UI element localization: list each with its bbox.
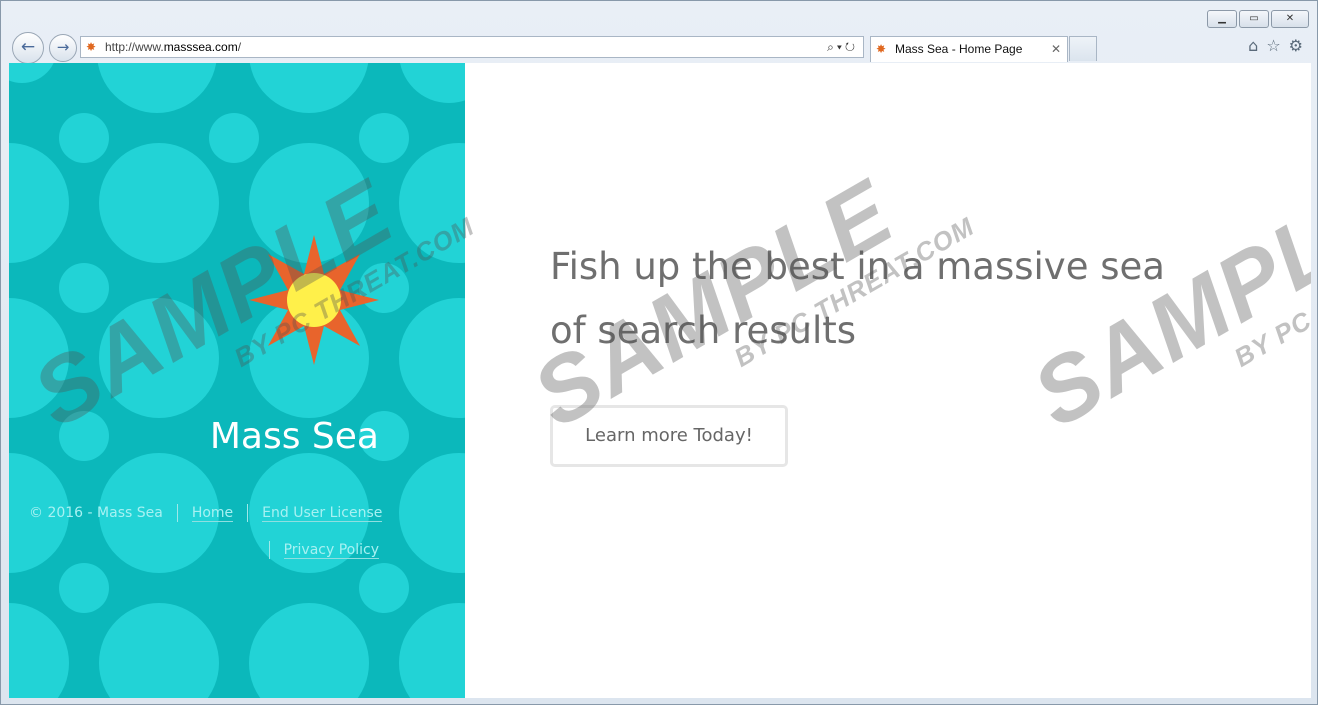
learn-more-button[interactable]: Learn more Today! <box>550 405 788 467</box>
new-tab-button[interactable] <box>1069 36 1097 61</box>
tab-title: Mass Sea - Home Page <box>895 42 1023 56</box>
copyright-text: © 2016 - Mass Sea <box>29 505 163 521</box>
back-button[interactable]: ← <box>12 32 44 64</box>
sun-logo-icon <box>249 235 379 365</box>
browser-toolbar-icons: ⌂ ☆ ⚙ <box>1248 37 1303 55</box>
favorites-star-icon[interactable]: ☆ <box>1266 37 1280 55</box>
tab-favicon-icon: ✸ <box>876 42 887 56</box>
footer-link-home[interactable]: Home <box>191 505 234 522</box>
maximize-button[interactable]: ▭ <box>1239 10 1269 28</box>
hero-tagline: Fish up the best in a massive sea of sea… <box>550 245 1165 352</box>
brand-panel: Mass Sea © 2016 - Mass Sea Home End User L… <box>9 63 465 698</box>
footer-link-privacy[interactable]: Privacy Policy <box>283 542 379 559</box>
address-bar[interactable]: ✸ http://www.masssea.com/ ⌕▾↻ <box>80 36 864 58</box>
address-tools-icon[interactable]: ⌕▾↻ <box>827 37 858 57</box>
home-icon[interactable]: ⌂ <box>1248 37 1258 55</box>
footer-link-eula[interactable]: End User License <box>262 505 383 522</box>
tab-close-icon[interactable]: ✕ <box>1051 37 1061 61</box>
minimize-button[interactable]: ▁ <box>1207 10 1237 28</box>
close-window-button[interactable]: ✕ <box>1271 10 1309 28</box>
browser-window: ▁ ▭ ✕ ← → ✸ http://www.masssea.com/ ⌕▾↻ … <box>0 0 1318 705</box>
tab-mass-sea[interactable]: ✸ Mass Sea - Home Page ✕ <box>870 36 1068 62</box>
site-favicon-icon: ✸ <box>86 40 97 54</box>
settings-gear-icon[interactable]: ⚙ <box>1289 37 1303 55</box>
window-controls: ▁ ▭ ✕ <box>1207 10 1309 28</box>
forward-button[interactable]: → <box>49 34 77 62</box>
page-content: Mass Sea © 2016 - Mass Sea Home End User L… <box>9 63 1311 698</box>
brand-name: Mass Sea <box>209 416 379 457</box>
address-url: http://www.masssea.com/ <box>105 40 242 54</box>
